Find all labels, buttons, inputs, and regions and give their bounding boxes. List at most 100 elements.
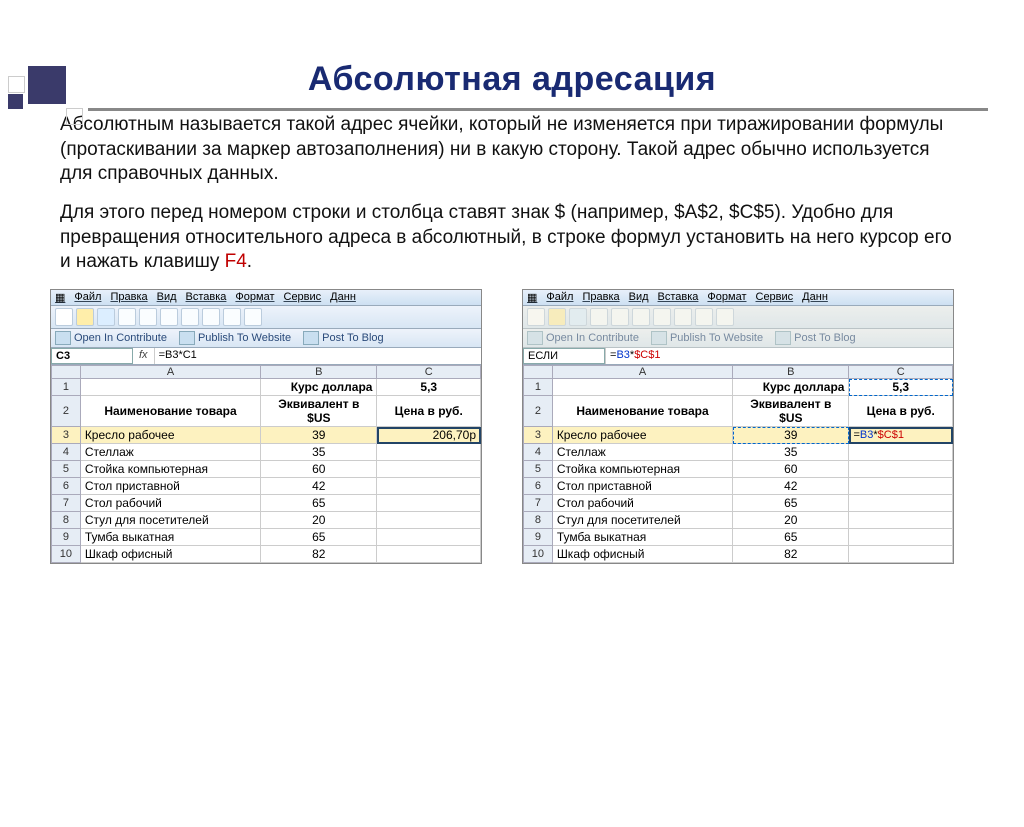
cell[interactable]: 60 <box>733 461 849 478</box>
cell-c2[interactable]: Цена в руб. <box>849 396 953 427</box>
cell[interactable]: 65 <box>261 529 377 546</box>
cell[interactable] <box>377 529 481 546</box>
menu-bar[interactable]: ▦ Файл Правка Вид Вставка Формат Сервис … <box>51 290 481 306</box>
cell[interactable] <box>849 495 953 512</box>
name-box[interactable]: C3 <box>51 348 133 364</box>
cell[interactable]: 60 <box>261 461 377 478</box>
menu-tools[interactable]: Сервис <box>756 291 794 304</box>
col-a-header[interactable]: A <box>80 366 260 379</box>
cell[interactable] <box>377 495 481 512</box>
paste-icon[interactable] <box>223 308 241 326</box>
formula-bar[interactable]: ЕСЛИ =B3*$C$1 <box>523 348 953 365</box>
menu-data[interactable]: Данн <box>330 291 356 304</box>
cell-c3-editing[interactable]: =B3*$C$1 <box>849 427 953 444</box>
spreadsheet-grid[interactable]: A B C 1 Курс доллара 5,3 2 Наименование … <box>51 365 481 563</box>
contribute-toolbar[interactable]: Open In Contribute Publish To Website Po… <box>51 329 481 348</box>
cell[interactable]: Стол рабочий <box>80 495 260 512</box>
cell[interactable] <box>377 478 481 495</box>
row-header[interactable]: 10 <box>52 546 81 563</box>
cell[interactable]: Стол рабочий <box>552 495 732 512</box>
col-c-header[interactable]: C <box>849 366 953 379</box>
save-icon[interactable] <box>569 308 587 326</box>
post-to-blog[interactable]: Post To Blog <box>775 331 856 345</box>
contribute-toolbar[interactable]: Open In Contribute Publish To Website Po… <box>523 329 953 348</box>
menu-format[interactable]: Формат <box>707 291 746 304</box>
formula-input[interactable]: =B3*C1 <box>154 348 481 364</box>
preview-icon[interactable] <box>139 308 157 326</box>
row-header[interactable]: 8 <box>52 512 81 529</box>
cell[interactable] <box>377 546 481 563</box>
menu-insert[interactable]: Вставка <box>658 291 699 304</box>
row-2-header[interactable]: 2 <box>524 396 553 427</box>
cell[interactable]: 65 <box>733 495 849 512</box>
open-in-contribute[interactable]: Open In Contribute <box>55 331 167 345</box>
row-header[interactable]: 3 <box>52 427 81 444</box>
new-icon[interactable] <box>527 308 545 326</box>
cell[interactable] <box>849 444 953 461</box>
cell-a2[interactable]: Наименование товара <box>80 396 260 427</box>
cell[interactable]: Кресло рабочее <box>80 427 260 444</box>
row-header[interactable]: 7 <box>524 495 553 512</box>
row-header[interactable]: 4 <box>52 444 81 461</box>
copy-icon[interactable] <box>202 308 220 326</box>
preview-icon[interactable] <box>611 308 629 326</box>
cell[interactable]: Стеллаж <box>80 444 260 461</box>
row-header[interactable]: 6 <box>52 478 81 495</box>
menu-view[interactable]: Вид <box>629 291 649 304</box>
cell-b1[interactable]: Курс доллара <box>733 379 849 396</box>
format-painter-icon[interactable] <box>244 308 262 326</box>
cell[interactable]: Тумба выкатная <box>80 529 260 546</box>
cell[interactable]: 65 <box>261 495 377 512</box>
col-b-header[interactable]: B <box>733 366 849 379</box>
cell-c2[interactable]: Цена в руб. <box>377 396 481 427</box>
row-header[interactable]: 3 <box>524 427 553 444</box>
cell-a2[interactable]: Наименование товара <box>552 396 732 427</box>
col-b-header[interactable]: B <box>261 366 377 379</box>
new-icon[interactable] <box>55 308 73 326</box>
copy-icon[interactable] <box>674 308 692 326</box>
post-to-blog[interactable]: Post To Blog <box>303 331 384 345</box>
fx-icon[interactable]: fx <box>133 348 154 364</box>
open-icon[interactable] <box>548 308 566 326</box>
cell[interactable] <box>377 461 481 478</box>
cell[interactable]: 82 <box>261 546 377 563</box>
col-c-header[interactable]: C <box>377 366 481 379</box>
cell[interactable]: Тумба выкатная <box>552 529 732 546</box>
cell[interactable]: 42 <box>261 478 377 495</box>
cell-c3-selected[interactable]: 206,70р <box>377 427 481 444</box>
col-a-header[interactable]: A <box>552 366 732 379</box>
menu-tools[interactable]: Сервис <box>284 291 322 304</box>
menu-bar[interactable]: ▦ Файл Правка Вид Вставка Формат Сервис … <box>523 290 953 306</box>
cell-c1[interactable]: 5,3 <box>849 379 953 396</box>
cut-icon[interactable] <box>653 308 671 326</box>
cell-b2[interactable]: Эквивалент в $US <box>261 396 377 427</box>
spell-icon[interactable] <box>632 308 650 326</box>
cell-a1[interactable] <box>552 379 732 396</box>
cell[interactable] <box>849 478 953 495</box>
cell[interactable] <box>849 461 953 478</box>
open-icon[interactable] <box>76 308 94 326</box>
cell[interactable]: 65 <box>733 529 849 546</box>
row-header[interactable]: 5 <box>52 461 81 478</box>
name-box[interactable]: ЕСЛИ <box>523 348 605 364</box>
cell[interactable]: Стойка компьютерная <box>80 461 260 478</box>
cell[interactable] <box>377 444 481 461</box>
row-header[interactable]: 7 <box>52 495 81 512</box>
cell[interactable] <box>849 529 953 546</box>
menu-insert[interactable]: Вставка <box>186 291 227 304</box>
menu-view[interactable]: Вид <box>157 291 177 304</box>
cell-c1[interactable]: 5,3 <box>377 379 481 396</box>
cell[interactable]: 35 <box>733 444 849 461</box>
cut-icon[interactable] <box>181 308 199 326</box>
cell-b2[interactable]: Эквивалент в $US <box>733 396 849 427</box>
cell[interactable]: 35 <box>261 444 377 461</box>
cell[interactable]: Кресло рабочее <box>552 427 732 444</box>
menu-data[interactable]: Данн <box>802 291 828 304</box>
row-header[interactable]: 9 <box>52 529 81 546</box>
cell[interactable]: 42 <box>733 478 849 495</box>
spell-icon[interactable] <box>160 308 178 326</box>
standard-toolbar[interactable] <box>51 306 481 329</box>
menu-file[interactable]: Файл <box>74 291 101 304</box>
spreadsheet-grid[interactable]: A B C 1 Курс доллара 5,3 2 Наименование … <box>523 365 953 563</box>
print-icon[interactable] <box>590 308 608 326</box>
